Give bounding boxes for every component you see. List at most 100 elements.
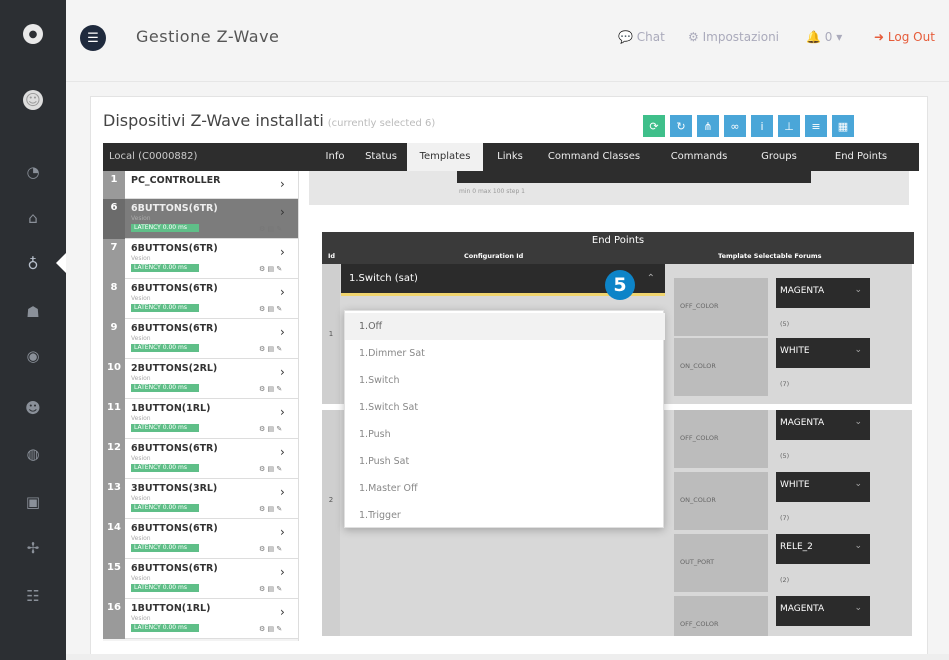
link-button[interactable]: ∞: [724, 115, 746, 137]
tab-end-points[interactable]: End Points: [819, 143, 903, 171]
device-latency-badge: LATENCY 0.00 ms: [131, 464, 199, 472]
device-icon[interactable]: ▣: [23, 492, 43, 512]
chevron-right-icon[interactable]: ›: [280, 205, 285, 219]
device-actions-icon[interactable]: ⚙ ▤ ✎: [259, 465, 282, 473]
logo-icon[interactable]: ●: [23, 24, 43, 44]
chevron-right-icon[interactable]: ›: [280, 245, 285, 259]
configuration-option[interactable]: 1.Switch Sat: [345, 394, 665, 421]
col-template-forums: Template Selectable Forums: [718, 252, 822, 260]
list-button[interactable]: ≡: [805, 115, 827, 137]
chevron-right-icon[interactable]: ›: [280, 177, 285, 191]
device-actions-icon[interactable]: ⚙ ▤ ✎: [259, 265, 282, 273]
tab-commands[interactable]: Commands: [659, 143, 739, 171]
tree-button[interactable]: ⋔: [697, 115, 719, 137]
device-actions-icon[interactable]: ⚙ ▤ ✎: [259, 385, 282, 393]
dashboard-icon[interactable]: ◔: [23, 162, 43, 182]
configuration-option[interactable]: 1.Switch: [345, 367, 665, 394]
device-actions-icon[interactable]: ⚙ ▤ ✎: [259, 585, 282, 593]
chat-link[interactable]: 💬 Chat: [618, 30, 665, 44]
logout-link[interactable]: ➜ Log Out: [874, 30, 935, 44]
endpoints-title: End Points: [591, 235, 645, 246]
chevron-right-icon[interactable]: ›: [280, 365, 285, 379]
hamburger-icon: ☰: [87, 30, 99, 46]
template-field-select[interactable]: RELE_2 ⌄: [776, 534, 870, 564]
template-field-value: MAGENTA: [780, 604, 825, 614]
globe-icon[interactable]: ◍: [23, 444, 43, 464]
device-actions-icon[interactable]: ⚙ ▤ ✎: [259, 225, 282, 233]
configuration-option[interactable]: 1.Dimmer Sat: [345, 340, 665, 367]
tab-info[interactable]: Info: [315, 143, 355, 171]
home-icon[interactable]: ⌂: [23, 208, 43, 228]
chevron-right-icon[interactable]: ›: [280, 285, 285, 299]
tab-groups[interactable]: Groups: [751, 143, 807, 171]
tab-command-classes[interactable]: Command Classes: [539, 143, 649, 171]
chevron-right-icon[interactable]: ›: [280, 325, 285, 339]
tab-templates[interactable]: Templates: [407, 143, 483, 171]
list-icon: ≡: [811, 119, 821, 133]
configuration-option[interactable]: 1.Push Sat: [345, 448, 665, 475]
settings-link[interactable]: ⚙ Impostazioni: [688, 30, 779, 44]
chevron-right-icon[interactable]: ›: [280, 405, 285, 419]
device-actions-icon[interactable]: ⚙ ▤ ✎: [259, 345, 282, 353]
info-button[interactable]: i: [751, 115, 773, 137]
device-actions-icon[interactable]: ⚙ ▤ ✎: [259, 425, 282, 433]
topology-icon[interactable]: ✢: [23, 538, 43, 558]
template-field-value: RELE_2: [780, 542, 813, 552]
device-actions-icon[interactable]: ⚙ ▤ ✎: [259, 545, 282, 553]
device-list-item[interactable]: 14 6BUTTONS(6TR) Vesion LATENCY 0.00 ms › ⚙ ▤…: [103, 519, 298, 559]
groups-icon[interactable]: ☷: [23, 586, 43, 606]
network-icon[interactable]: ☗: [23, 302, 43, 322]
configuration-option[interactable]: 1.Push: [345, 421, 665, 448]
device-actions-icon[interactable]: ⚙ ▤ ✎: [259, 505, 282, 513]
config-select[interactable]: [457, 171, 811, 183]
network-button[interactable]: ⊥: [778, 115, 800, 137]
chevron-right-icon[interactable]: ›: [280, 605, 285, 619]
device-list-item[interactable]: 6 6BUTTONS(6TR) Vesion LATENCY 0.00 ms › ⚙ ▤ …: [103, 199, 298, 239]
device-list-item[interactable]: 1 PC_CONTROLLER ›: [103, 171, 298, 211]
device-list-item[interactable]: 10 2BUTTONS(2RL) Vesion LATENCY 0.00 ms › ⚙ ▤…: [103, 359, 298, 399]
template-field-sub: (5): [780, 452, 790, 460]
template-field-select[interactable]: MAGENTA ⌄: [776, 410, 870, 440]
zwave-icon[interactable]: ♁: [23, 254, 43, 274]
template-field-select[interactable]: WHITE ⌄: [776, 338, 870, 368]
template-field-name: OFF_COLOR: [674, 410, 768, 468]
notifications-count: 0: [824, 30, 833, 44]
device-version: Vesion: [131, 335, 151, 342]
user-avatar-icon[interactable]: ☺: [23, 90, 43, 110]
camera-icon[interactable]: ◉: [23, 346, 43, 366]
device-list-item[interactable]: 15 6BUTTONS(6TR) Vesion LATENCY 0.00 ms › ⚙ ▤…: [103, 559, 298, 599]
users-icon[interactable]: ☻: [23, 398, 43, 418]
endpoint-id-1: 1: [322, 264, 340, 404]
menu-toggle-button[interactable]: ☰: [80, 25, 106, 51]
chevron-right-icon[interactable]: ›: [280, 445, 285, 459]
tab-status[interactable]: Status: [359, 143, 403, 171]
device-latency-badge: LATENCY 0.00 ms: [131, 544, 199, 552]
template-field-select[interactable]: MAGENTA ⌄: [776, 278, 870, 308]
tab-links[interactable]: Links: [489, 143, 531, 171]
grid-button[interactable]: ▦: [832, 115, 854, 137]
chevron-right-icon[interactable]: ›: [280, 485, 285, 499]
sidebar: ● ☺ ◔ ⌂ ♁ ☗ ◉ ☻ ◍ ▣ ✢ ☷: [0, 0, 66, 660]
configuration-option[interactable]: 1.Off: [345, 313, 665, 340]
device-list-item[interactable]: 11 1BUTTON(1RL) Vesion LATENCY 0.00 ms › ⚙ ▤ …: [103, 399, 298, 439]
device-number: 8: [103, 279, 125, 319]
endpoint-id-2: 2: [322, 410, 340, 636]
device-latency-badge: LATENCY 0.00 ms: [131, 424, 199, 432]
template-field-select[interactable]: WHITE ⌄: [776, 472, 870, 502]
refresh-button[interactable]: ⟳: [643, 115, 665, 137]
configuration-option[interactable]: 1.Master Off: [345, 475, 665, 502]
device-list-item[interactable]: 16 1BUTTON(1RL) Vesion LATENCY 0.00 ms › ⚙ ▤ …: [103, 599, 298, 639]
notifications-dropdown[interactable]: 🔔 0 ▾: [806, 30, 842, 44]
device-actions-icon[interactable]: ⚙ ▤ ✎: [259, 305, 282, 313]
chevron-right-icon[interactable]: ›: [280, 525, 285, 539]
chevron-right-icon[interactable]: ›: [280, 565, 285, 579]
device-list-item[interactable]: 8 6BUTTONS(6TR) Vesion LATENCY 0.00 ms › ⚙ ▤ …: [103, 279, 298, 319]
device-actions-icon[interactable]: ⚙ ▤ ✎: [259, 625, 282, 633]
device-list-item[interactable]: 12 6BUTTONS(6TR) Vesion LATENCY 0.00 ms › ⚙ ▤…: [103, 439, 298, 479]
device-list-item[interactable]: 9 6BUTTONS(6TR) Vesion LATENCY 0.00 ms › ⚙ ▤ …: [103, 319, 298, 359]
sync-button[interactable]: ↻: [670, 115, 692, 137]
device-list-item[interactable]: 13 3BUTTONS(3RL) Vesion LATENCY 0.00 ms › ⚙ ▤…: [103, 479, 298, 519]
template-field-select[interactable]: MAGENTA ⌄: [776, 596, 870, 626]
device-list-item[interactable]: 7 6BUTTONS(6TR) Vesion LATENCY 0.00 ms › ⚙ ▤ …: [103, 239, 298, 279]
configuration-option[interactable]: 1.Trigger: [345, 502, 665, 529]
